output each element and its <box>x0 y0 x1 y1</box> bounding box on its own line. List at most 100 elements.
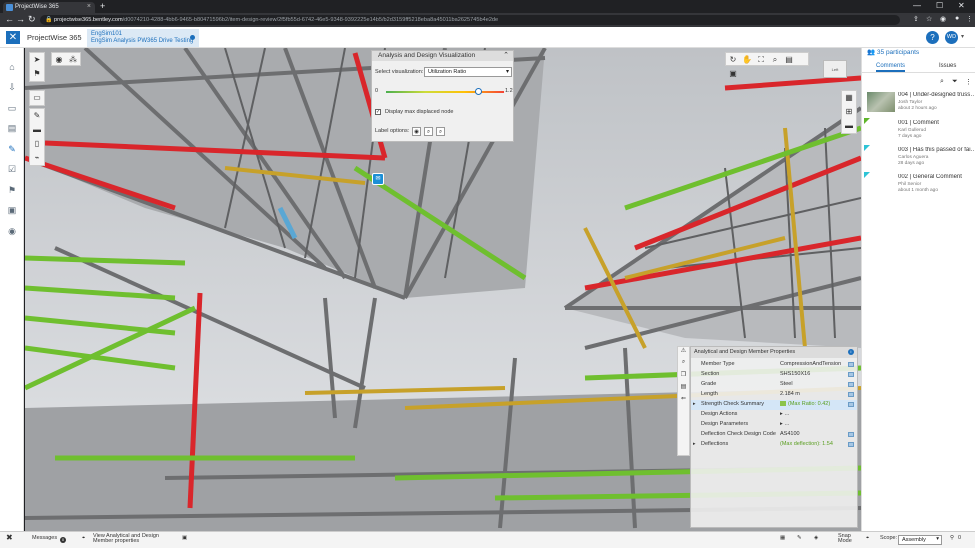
pan-icon[interactable]: ✋ <box>740 53 754 67</box>
view-properties-link[interactable]: View Analytical and Design Member proper… <box>93 533 173 544</box>
flag-icon[interactable]: ⚑ <box>5 185 19 197</box>
pin-icon[interactable]: ⚲ <box>950 535 954 541</box>
expand-icon[interactable]: ▸ <box>693 441 696 447</box>
search-icon[interactable]: ⌕ <box>940 78 944 86</box>
url-field[interactable]: 🔒 projectwise365.bentley.com/d0074210-42… <box>40 15 900 25</box>
back-button[interactable]: ← <box>5 14 14 24</box>
comment-icon[interactable]: ▭ <box>30 91 44 105</box>
copy-icon[interactable]: ❐ <box>678 371 689 383</box>
maximize-button[interactable]: ☐ <box>936 1 943 10</box>
properties-view-icon[interactable]: ⌖ <box>82 535 85 542</box>
view-icon[interactable]: ◉ <box>5 226 19 238</box>
participants-link[interactable]: 👥 35 participants <box>867 48 919 56</box>
3d-viewport[interactable]: ➤ ⚑ ◉ ⁂ ▭ ✎ ▬ ▯ ⌁ ↻ ✋ ⛶ ⌕ ▤▣ Left ▦ ⊞ ▬ ✉ Ana… <box>25 48 861 531</box>
camera-icon[interactable]: ▣ <box>726 67 740 81</box>
messages-button[interactable]: Messages <box>32 535 57 541</box>
minimize-button[interactable]: — <box>913 1 921 10</box>
label-zoom-icon[interactable]: ⌕ <box>424 127 433 136</box>
expand-icon[interactable]: ▸ <box>693 401 696 407</box>
collapse-icon[interactable]: ⌃ <box>503 51 509 59</box>
measure-icon[interactable]: ⌁ <box>30 151 44 165</box>
tab-close-icon[interactable]: × <box>87 3 91 10</box>
window-close-button[interactable]: ✕ <box>958 1 965 10</box>
more-options-icon[interactable]: ⋮ <box>965 78 972 86</box>
navigation-cube[interactable]: Left <box>823 60 847 78</box>
expand-arrow-icon[interactable]: ▸ … <box>780 411 790 417</box>
slider-handle[interactable] <box>475 88 483 95</box>
snap-icon[interactable]: ⌖ <box>866 535 869 542</box>
property-action-icon[interactable] <box>848 382 854 387</box>
label-search-icon[interactable]: ⌕ <box>436 127 445 136</box>
tool-pencil-icon[interactable]: ✎ <box>797 535 802 541</box>
utilization-slider[interactable] <box>386 88 504 95</box>
trash-icon[interactable]: ▬ <box>30 123 44 137</box>
comment-item[interactable]: 003 | Has this passed or fai… Carlos Agu… <box>864 145 974 173</box>
home-icon[interactable]: ⌂ <box>5 62 19 74</box>
fit-view-icon[interactable]: ⛶ <box>754 53 768 67</box>
scope-select[interactable]: Assembly ▾ <box>898 535 942 545</box>
pencil-icon[interactable]: ✎ <box>30 109 44 123</box>
property-row[interactable]: Design Parameters ▸ … <box>691 420 857 430</box>
documents-icon[interactable]: ▤ <box>5 123 19 135</box>
zoom-icon[interactable]: ⌕ <box>768 53 782 67</box>
help-button[interactable]: ? <box>926 31 939 44</box>
design-review-icon[interactable]: ✎ <box>5 144 19 156</box>
property-action-icon[interactable] <box>848 362 854 367</box>
share-icon[interactable]: ⇪ <box>913 15 919 23</box>
expand-arrow-icon[interactable]: ▸ … <box>780 421 790 427</box>
property-action-icon[interactable] <box>848 372 854 377</box>
toggle-panel-icon[interactable]: ▣ <box>182 535 187 541</box>
info-icon[interactable]: i <box>848 349 854 355</box>
checklist-icon[interactable]: ☑ <box>5 164 19 176</box>
avatar[interactable]: WD <box>945 31 958 44</box>
section-icon[interactable]: ▤ <box>782 53 796 67</box>
browser-menu-icon[interactable]: ⋮ <box>966 15 973 23</box>
property-action-icon[interactable] <box>848 442 854 447</box>
properties-icon[interactable]: ⊞ <box>842 105 856 119</box>
camera-view-icon[interactable]: ▬ <box>842 119 856 133</box>
browser-tab[interactable]: ProjectWise 365 × <box>3 2 95 13</box>
comment-item[interactable]: 002 | General Comment Phil Senior about … <box>864 172 974 200</box>
search-icon[interactable]: ⌕ <box>678 359 689 371</box>
tool-cube-icon[interactable]: ◈ <box>814 535 818 541</box>
snap-mode-button[interactable]: Snap Mode <box>838 533 860 544</box>
monitor-icon[interactable]: ▭ <box>5 103 19 115</box>
property-action-icon[interactable] <box>848 432 854 437</box>
report-icon[interactable]: ▤ <box>678 383 689 395</box>
visualization-select[interactable]: Utilization Ratio ▾ <box>424 67 512 77</box>
property-row-strength-check[interactable]: ▸ Strength Check Summary (Max Ratio: 0.4… <box>691 400 857 410</box>
property-action-icon[interactable] <box>848 402 854 407</box>
chevron-down-icon[interactable]: ▾ <box>961 33 964 40</box>
property-row[interactable]: Design Actions ▸ … <box>691 410 857 420</box>
comment-item[interactable]: 004 | Under-designed truss… Josh Taylor … <box>864 90 974 118</box>
rotate-icon[interactable]: ↻ <box>726 53 740 67</box>
filter-icon[interactable]: ⏷ <box>952 78 958 86</box>
forward-button[interactable]: → <box>16 14 25 24</box>
label-eye-icon[interactable]: ◉ <box>412 127 421 136</box>
property-row[interactable]: ▸ Deflections (Max deflection): 1.54 <box>691 440 857 450</box>
extension-icon[interactable]: ◉ <box>940 15 946 23</box>
tab-issues[interactable]: Issues <box>939 63 956 69</box>
comment-marker[interactable]: ✉ <box>372 173 384 185</box>
app-logo-icon[interactable]: ✕ <box>6 31 20 44</box>
isolate-icon[interactable]: ⁂ <box>66 53 80 67</box>
max-displaced-node-checkbox[interactable]: ✓ <box>375 109 381 115</box>
tool-grid-icon[interactable]: ▦ <box>780 535 785 541</box>
select-pointer-icon[interactable]: ➤ <box>30 53 44 67</box>
visibility-icon[interactable]: ◉ <box>52 53 66 67</box>
new-tab-button[interactable]: + <box>100 1 105 11</box>
project-context-tab[interactable]: EngSim101 EngSim Analysis PW365 Drive Te… <box>87 29 199 47</box>
reload-button[interactable]: ↻ <box>28 14 36 25</box>
layers-icon[interactable]: ▦ <box>842 91 856 105</box>
tab-comments[interactable]: Comments <box>876 63 906 72</box>
clear-icon[interactable]: ▯ <box>30 137 44 151</box>
pin-icon[interactable]: ⚠ <box>678 347 689 359</box>
media-icon[interactable]: ▣ <box>5 205 19 217</box>
profile-icon[interactable]: ● <box>955 15 959 22</box>
bookmark-star-icon[interactable]: ☆ <box>926 15 932 23</box>
inbox-icon[interactable]: ⇩ <box>5 82 19 94</box>
property-action-icon[interactable] <box>848 392 854 397</box>
back-arrow-icon[interactable]: ⇐ <box>678 395 689 407</box>
flag-tool-icon[interactable]: ⚑ <box>30 67 44 81</box>
comment-item[interactable]: 001 | Comment Karl Gullerud 7 days ago <box>864 118 974 146</box>
